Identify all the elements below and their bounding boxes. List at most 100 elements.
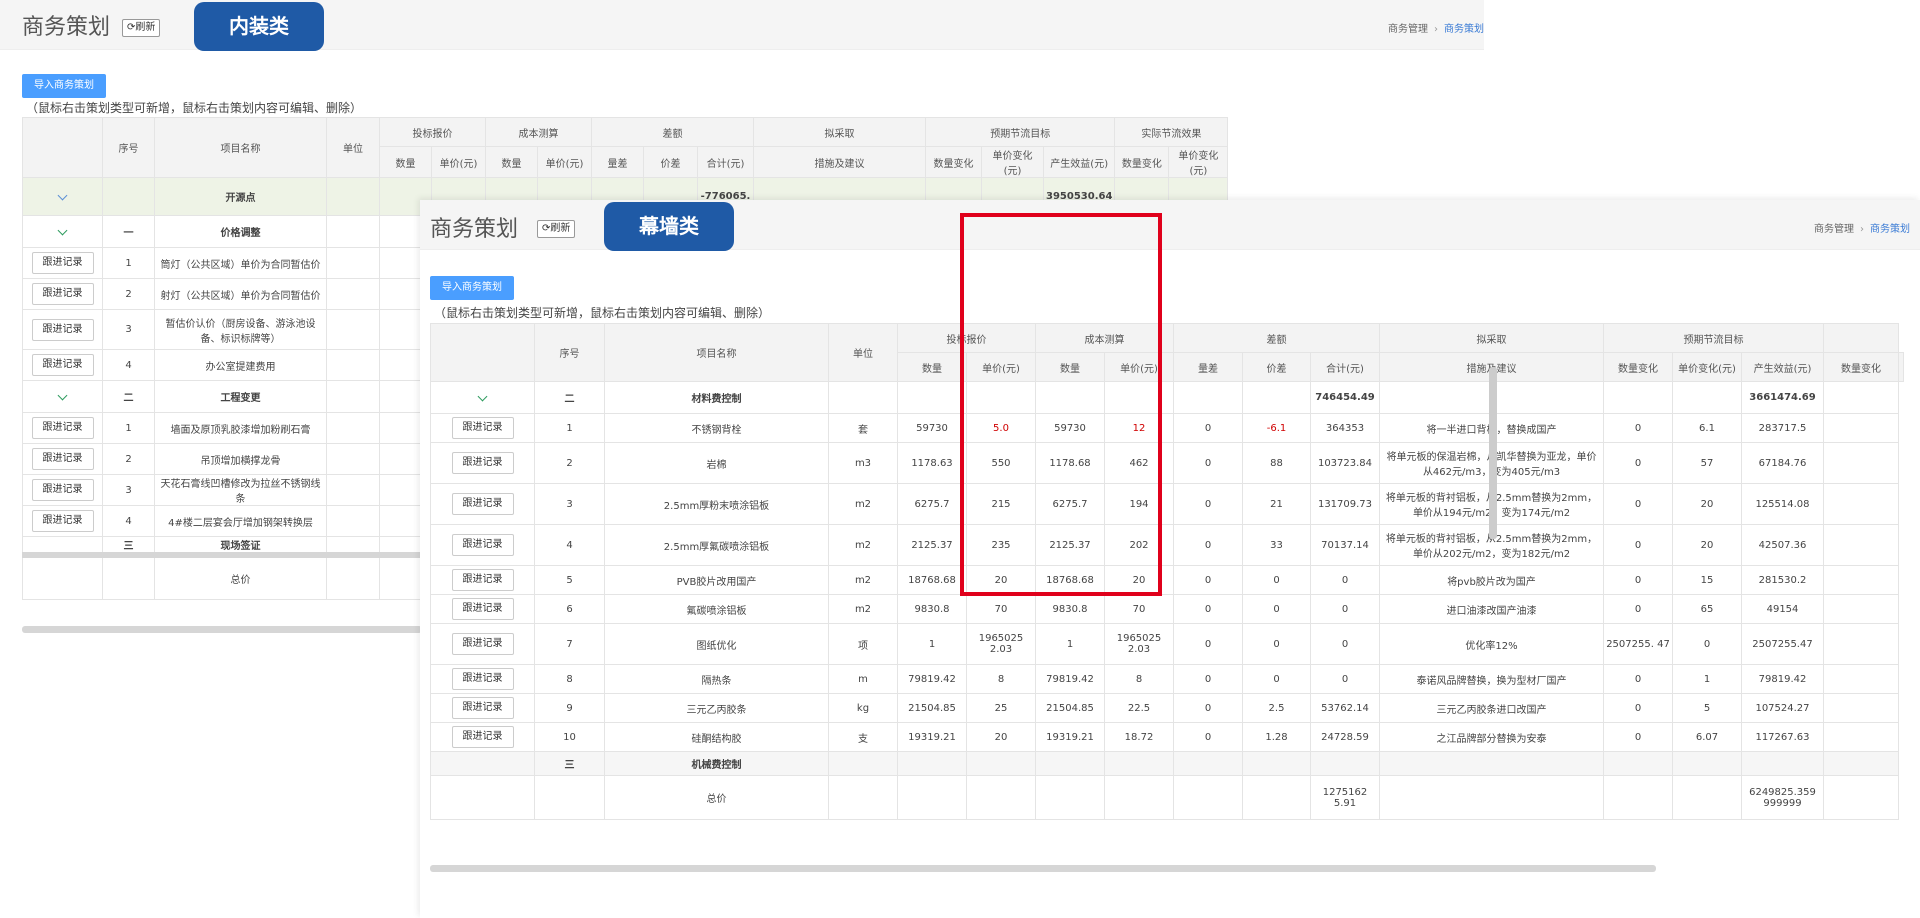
table-row[interactable]: 跟进记录1不锈钢背栓套597305.059730120-6.1364353将一半… [430, 413, 1904, 443]
empty-cell [534, 775, 605, 820]
benefit-cell: 281530.2 [1741, 565, 1824, 595]
cost-qty: 2125.37 [1035, 524, 1105, 566]
col-group-target: 预期节流目标 [1603, 323, 1824, 353]
item-name: 4#楼二层宴会厅增加钢架转换层 [154, 505, 327, 537]
total-label: 总价 [154, 552, 327, 600]
seq-cell: 4 [534, 524, 605, 566]
cost-qty: 19319.21 [1035, 722, 1105, 752]
action-cell: 跟进记录 [22, 278, 103, 310]
empty-cell [1104, 381, 1174, 414]
table-row[interactable]: 跟进记录 7 图纸优化项 1 1965025 2.03 1 1965025 2.03 0 0 0 优… [430, 623, 1904, 665]
action-cell: 跟进记录 [22, 247, 103, 279]
chevron-down-icon[interactable] [477, 391, 488, 402]
vertical-scrollbar[interactable] [1489, 367, 1497, 539]
chevron-down-icon[interactable] [57, 390, 68, 401]
follow-up-button[interactable]: 跟进记录 [451, 452, 514, 474]
follow-up-button[interactable]: 跟进记录 [451, 726, 514, 748]
follow-up-button[interactable]: 跟进记录 [31, 318, 94, 341]
seq-cell: 二 [102, 380, 155, 413]
table-row[interactable]: 跟进记录 5 PVB胶片改用国产 m2 18768.68 20 18768.68 20 0 0 0 将… [430, 565, 1904, 595]
item-name: 吊顶增加横撑龙骨 [154, 443, 327, 475]
unit-cell: m2 [828, 524, 898, 566]
expand-cell[interactable] [22, 380, 103, 413]
item-name: 图纸优化 [604, 623, 829, 665]
table-row-group[interactable]: 三机械费控制 [430, 751, 1904, 776]
empty-cell [966, 751, 1036, 776]
breadcrumb-item-current[interactable]: 商务策划 [1870, 224, 1910, 235]
plan-table: 序号 项目名称 单位 投标报价 成本测算 差额 拟采取 预期节流目标 数量 单价(… [430, 323, 1904, 820]
follow-up-button[interactable]: 跟进记录 [451, 493, 514, 515]
refresh-button[interactable]: ⟳刷新 [122, 19, 161, 37]
follow-up-button[interactable]: 跟进记录 [451, 417, 514, 439]
empty-cell [326, 536, 380, 556]
refresh-button[interactable]: ⟳刷新 [537, 220, 576, 238]
breadcrumb-item-parent[interactable]: 商务管理 [1388, 24, 1428, 35]
price-diff: 33 [1242, 524, 1311, 566]
col-sub-header: 单价(元) [537, 146, 592, 178]
follow-up-button[interactable]: 跟进记录 [31, 479, 94, 501]
follow-up-button[interactable]: 跟进记录 [31, 417, 94, 439]
qty-diff: 0 [1173, 442, 1243, 484]
price-diff: -6.1 [1242, 413, 1311, 443]
price-change: 20 [1672, 524, 1742, 566]
col-group-actual: 实际节流效果 [1114, 117, 1229, 147]
empty-cell [1823, 413, 1899, 443]
table-row[interactable]: 跟进记录 6 氟碳喷涂铝板 m2 9830.8 70 9830.8 70 0 0 0 进口油漆改国产油… [430, 594, 1904, 624]
qty-change: 0 [1603, 722, 1673, 752]
empty-cell [326, 309, 380, 350]
table-row[interactable]: 跟进记录 8 隔热条 m 79819.42 8 79819.42 8 0 0 0 泰诺风品牌替换，换为… [430, 664, 1904, 694]
empty-cell [22, 552, 103, 600]
chevron-down-icon[interactable] [57, 225, 68, 236]
horizontal-scrollbar[interactable] [22, 626, 422, 633]
unit-cell: 套 [828, 413, 898, 443]
cost-price: 1965025 2.03 [1104, 623, 1174, 665]
group-name: 材料费控制 [604, 381, 829, 414]
breadcrumb-item-parent[interactable]: 商务管理 [1814, 224, 1854, 235]
expand-cell[interactable] [22, 215, 103, 248]
action-cell: 跟进记录 [22, 349, 103, 381]
follow-up-button[interactable]: 跟进记录 [31, 252, 94, 274]
breadcrumb-item-current[interactable]: 商务策划 [1444, 24, 1484, 35]
table-row[interactable]: 跟进记录 10 硅酮结构胶支 19319.21 20 19319.21 18.72 0 1.28… [430, 722, 1904, 752]
follow-up-button[interactable]: 跟进记录 [451, 697, 514, 719]
benefit-cell: 117267.63 [1741, 722, 1824, 752]
empty-cell [326, 215, 380, 248]
follow-up-button[interactable]: 跟进记录 [451, 569, 514, 591]
empty-cell [1035, 381, 1105, 414]
follow-up-button[interactable]: 跟进记录 [31, 448, 94, 470]
follow-up-button[interactable]: 跟进记录 [451, 668, 514, 690]
col-sub-header: 措施及建议 [753, 146, 926, 178]
follow-up-button[interactable]: 跟进记录 [31, 283, 94, 305]
diff-total: 53762.14 [1310, 693, 1380, 723]
table-row[interactable]: 跟进记录 9 三元乙丙胶条 kg 21504.85 25 21504.85 22.5 0 2.5 5… [430, 693, 1904, 723]
expand-cell[interactable] [430, 381, 535, 414]
usage-hint: （鼠标右击策划类型可新增，鼠标右击策划内容可编辑、删除） [26, 101, 363, 115]
cost-price: 8 [1104, 664, 1174, 694]
table-row[interactable]: 跟进记录 3 2.5mm厚粉末喷涂铝板 m2 6275.7 215 6275.7 194 0 21… [430, 483, 1904, 525]
table-row[interactable]: 跟进记录 2 岩棉 m3 1178.63 550 1178.68 462 0 88 103723.8… [430, 442, 1904, 484]
empty-cell [326, 443, 380, 475]
bid-qty: 18768.68 [897, 565, 967, 595]
follow-up-button[interactable]: 跟进记录 [451, 534, 514, 556]
import-plan-button[interactable]: 导入商务策划 [430, 276, 514, 300]
expand-cell[interactable] [22, 177, 103, 216]
expand-cell[interactable] [22, 536, 103, 556]
import-plan-button[interactable]: 导入商务策划 [22, 74, 106, 98]
follow-up-button[interactable]: 跟进记录 [31, 354, 94, 376]
bid-price: 1965025 2.03 [966, 623, 1036, 665]
seq-cell: 8 [534, 664, 605, 694]
follow-up-button[interactable]: 跟进记录 [451, 633, 514, 655]
horizontal-scrollbar[interactable] [430, 865, 1656, 872]
col-name: 项目名称 [154, 117, 327, 178]
expand-cell[interactable] [430, 751, 535, 776]
benefit-cell: 107524.27 [1741, 693, 1824, 723]
follow-up-button[interactable]: 跟进记录 [31, 510, 94, 532]
table-row-group[interactable]: 二材料费控制 746454.49 3661474.69 [430, 381, 1904, 414]
chevron-down-icon[interactable] [57, 190, 68, 201]
empty-cell [1823, 775, 1899, 820]
table-row[interactable]: 跟进记录 4 2.5mm厚氟碳喷涂铝板 m2 2125.37 235 2125.37 202 0… [430, 524, 1904, 566]
measure-cell: 之江品牌部分替换为安泰 [1379, 722, 1604, 752]
follow-up-button[interactable]: 跟进记录 [451, 598, 514, 620]
col-group-target: 预期节流目标 [924, 117, 1116, 147]
cost-price: 202 [1104, 524, 1174, 566]
